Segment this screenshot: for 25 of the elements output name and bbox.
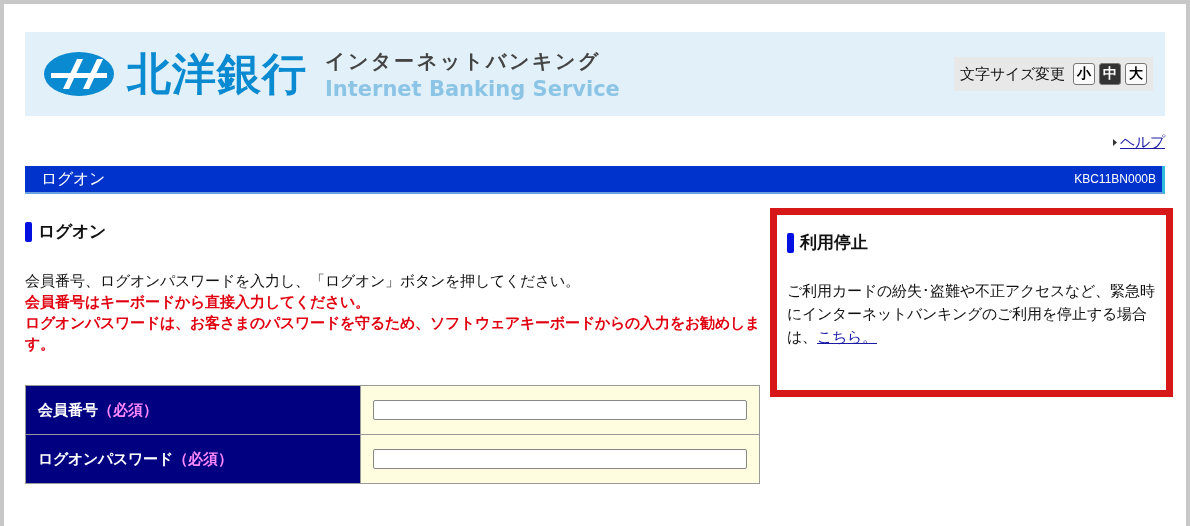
help-link[interactable]: ヘルプ <box>1120 132 1165 152</box>
section-heading: 利用停止 <box>800 231 868 254</box>
service-name-english: Internet Banking Service <box>325 76 620 101</box>
font-size-button[interactable]: 中 <box>1099 63 1121 85</box>
bank-name: 北洋銀行 <box>127 46 307 101</box>
suspension-text: ご利用カードの紛失･盗難や不正アクセスなど、緊急時にインターネットバンキングのご利用を停止する場合は、こちら。 <box>787 282 1156 348</box>
field-label: ログオンパスワード（必須） <box>26 435 361 483</box>
page-title: ログオン <box>41 168 105 190</box>
bank-logo-icon <box>43 51 115 97</box>
font-size-button[interactable]: 大 <box>1125 63 1147 85</box>
warning-text: ログオンパスワードは、お客さまのパスワードを守るため、ソフトウェアキーボードからの入力をお勧めします。 <box>25 314 760 354</box>
font-size-button[interactable]: 小 <box>1073 63 1095 85</box>
suspension-link[interactable]: こちら。 <box>817 328 877 346</box>
screen-code: KBC11BN000B <box>1074 172 1156 186</box>
input-field[interactable] <box>373 449 747 469</box>
triangle-icon <box>1113 138 1117 146</box>
warning-text: 会員番号はキーボードから直接入力してください。 <box>25 293 371 312</box>
heading-marker-icon <box>25 221 32 242</box>
instruction-text: 会員番号、ログオンパスワードを入力し、「ログオン」ボタンを押してください。 <box>25 272 581 291</box>
heading-marker-icon <box>787 232 794 253</box>
field-label: 会員番号（必須） <box>26 386 361 435</box>
font-size-label: 文字サイズ変更 <box>960 64 1065 84</box>
section-heading: ログオン <box>38 220 106 243</box>
input-field[interactable] <box>373 400 747 420</box>
service-name: インターネットバンキング <box>325 47 602 75</box>
